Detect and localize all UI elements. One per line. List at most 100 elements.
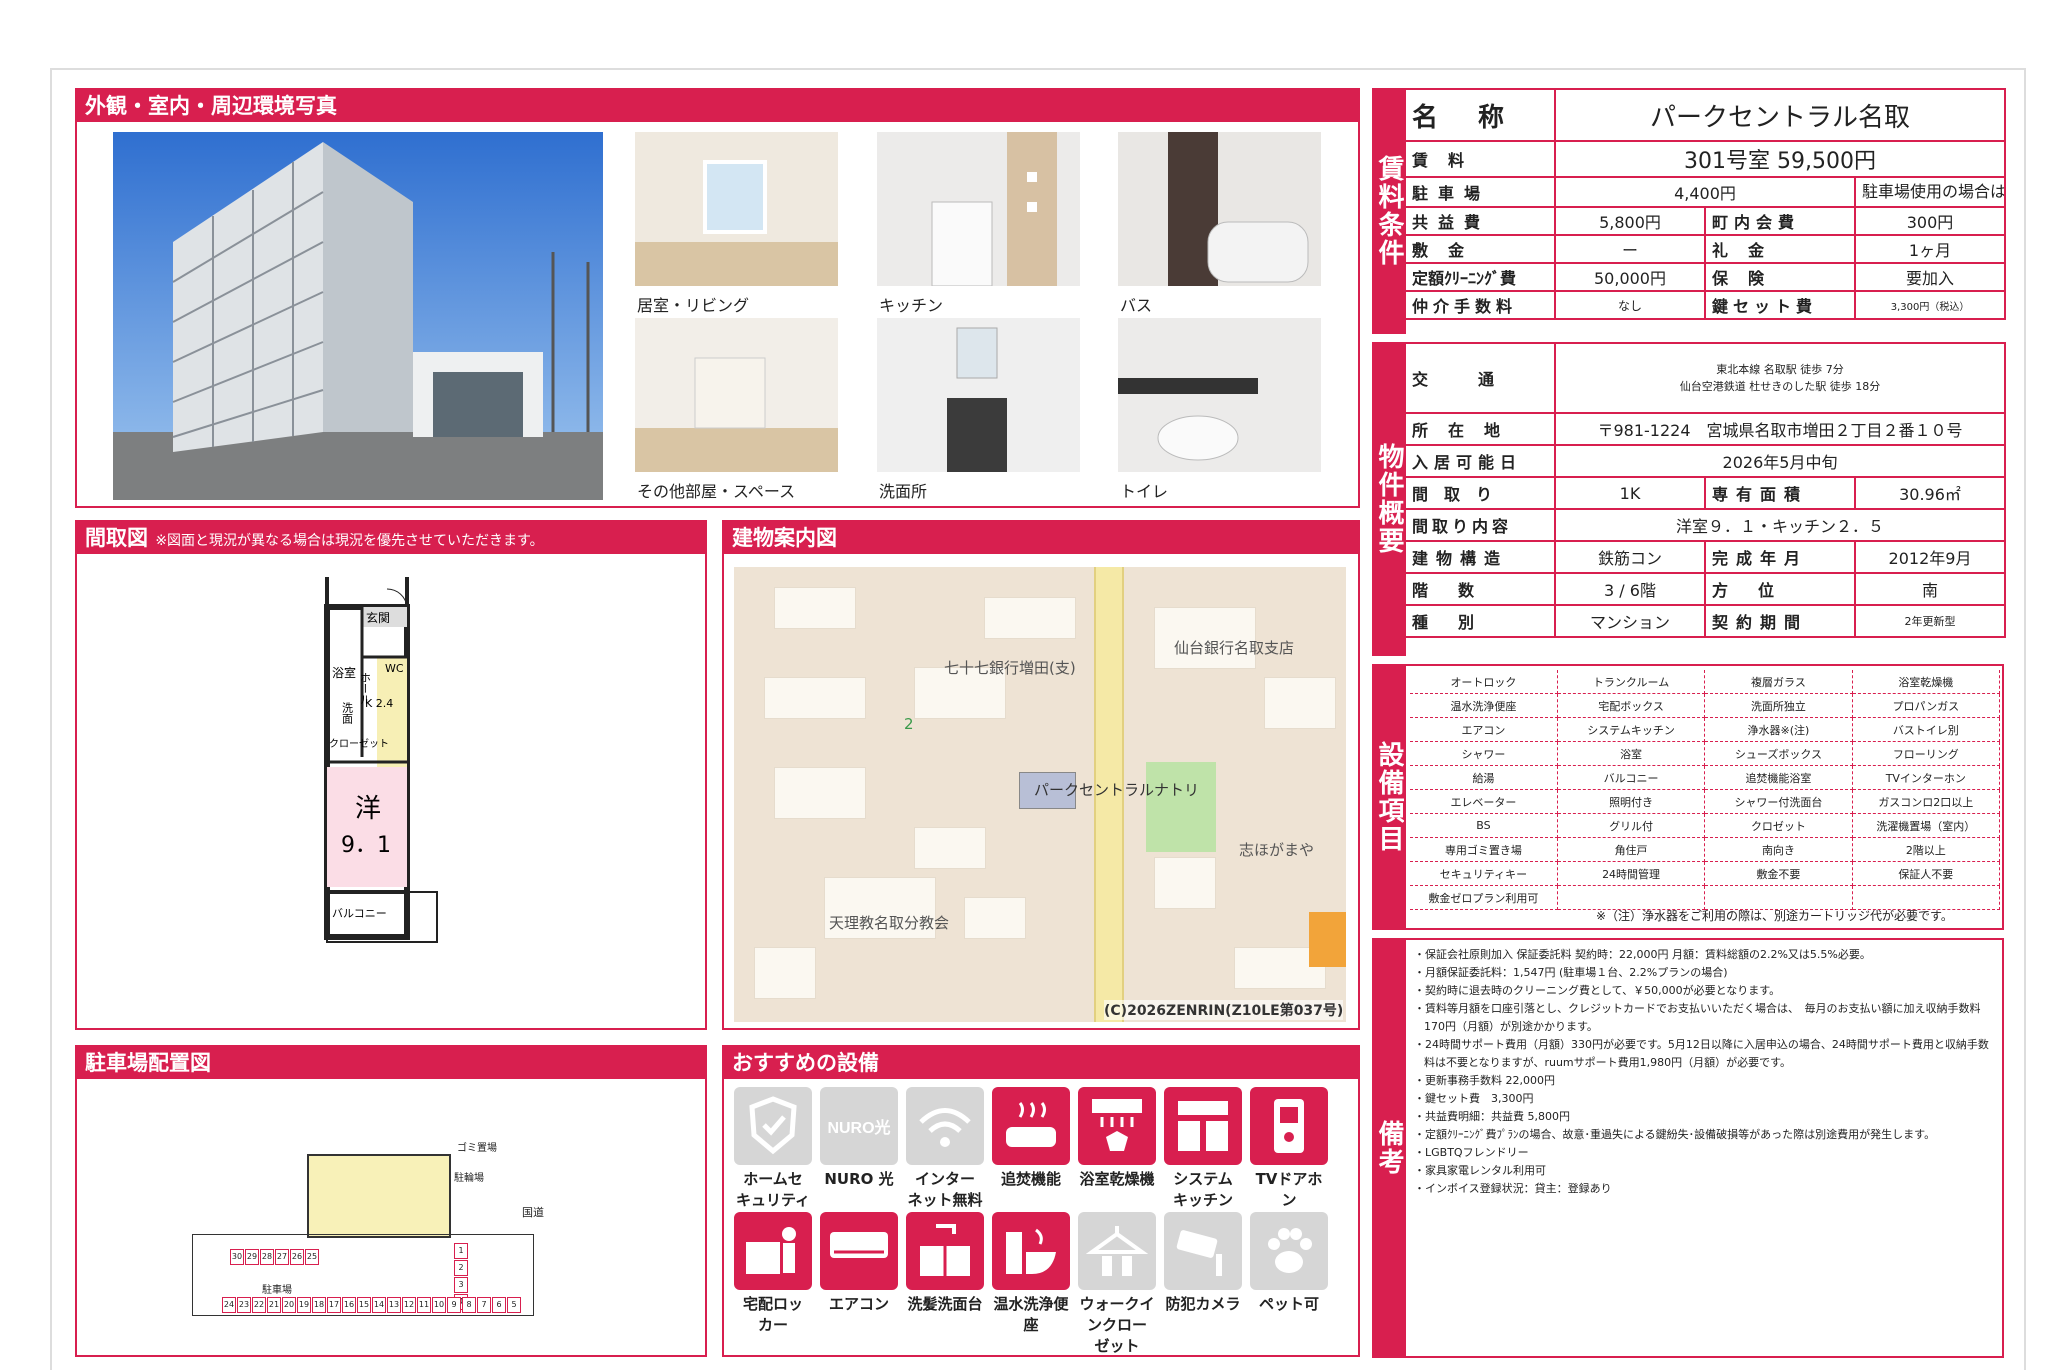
transit-line-2: 仙台空港鉄道 杜せきのした駅 徒歩 18分 xyxy=(1679,380,1881,393)
floor-label: 階数 xyxy=(1404,572,1556,606)
kitchen-photo[interactable] xyxy=(877,132,1080,286)
direction: 南 xyxy=(1854,572,2006,606)
aircon-icon xyxy=(820,1212,898,1290)
key-money-label: 礼金 xyxy=(1704,234,1856,264)
svg-text:NURO光: NURO光 xyxy=(827,1118,890,1137)
deposit: ー xyxy=(1554,234,1706,264)
recommended-panel: おすすめの設備 ホームセ キュリティ NURO光 NURO 光インター ネット無料追… xyxy=(722,1045,1360,1357)
equipment-item: シャワー xyxy=(1410,741,1558,766)
equipment-item: 浄水器※(注) xyxy=(1704,717,1853,742)
floorplan-title: 間取図 xyxy=(85,526,148,550)
equipment-item: 南向き xyxy=(1704,837,1853,862)
equipment-item: 24時間管理 xyxy=(1557,861,1706,886)
name-label: 名称 xyxy=(1412,102,1545,133)
parking-stall: 7 xyxy=(477,1297,491,1313)
equipment-item: クロゼット xyxy=(1704,813,1853,838)
recommended-item: システム キッチン xyxy=(1164,1087,1242,1211)
parking-stall: 23 xyxy=(237,1297,251,1313)
camera-icon xyxy=(1164,1212,1242,1290)
caption-kitchen: キッチン xyxy=(879,296,944,315)
parking-label-lot: 駐車場 xyxy=(262,1285,292,1296)
property-table: 交通 東北本線 名取駅 徒歩 7分 仙台空港鉄道 杜せきのした駅 徒歩 18分 … xyxy=(1404,342,2006,638)
recommended-item: 浴室乾燥機 xyxy=(1078,1087,1156,1190)
area-map[interactable]: 七十七銀行増田(支) 仙台銀行名取支店 パークセントラルナトリ 志ほがまや 天理… xyxy=(734,567,1346,1022)
equipment-item: シューズボックス xyxy=(1704,741,1853,766)
closet-icon xyxy=(1078,1212,1156,1290)
address: 〒981-1224 宮城県名取市増田２丁目２番１０号 xyxy=(1554,412,2006,446)
equipment-item: フローリング xyxy=(1852,741,2001,766)
bath-photo[interactable] xyxy=(1118,132,1321,286)
washbasin-icon xyxy=(906,1212,984,1290)
fp-room-size: 9．1 xyxy=(341,833,391,858)
parking-label-trash: ゴミ置場 xyxy=(457,1143,497,1154)
recommended-item: エアコン xyxy=(820,1212,898,1315)
parking-stall: 10 xyxy=(432,1297,446,1313)
equipment-item: 敷金不要 xyxy=(1704,861,1853,886)
equipment-table: オートロック トランクルーム 複層ガラス 浴室乾燥機 温水洗浄便座 宅配ボックス 洗面所独立… xyxy=(1410,670,2001,910)
fp-room: 洋 xyxy=(355,794,381,824)
living-photo[interactable] xyxy=(635,132,838,286)
parking-stall: 30 xyxy=(230,1249,244,1265)
remark-line: ・賃料等月額を口座引落とし、クレジットカードでお支払いいただく場合は、 毎月のお… xyxy=(1414,1002,1981,1033)
parking-stall: 13 xyxy=(387,1297,401,1313)
parking-stall: 27 xyxy=(275,1249,289,1265)
equipment-item: バストイレ別 xyxy=(1852,717,2001,742)
paw-icon xyxy=(1250,1212,1328,1290)
property-side-label: 物件概要 xyxy=(1372,342,1406,656)
fp-bath: 浴室 xyxy=(332,665,356,680)
delivery-locker-icon xyxy=(734,1212,812,1290)
key-set-label: 鍵セット費 xyxy=(1704,290,1856,320)
parking-panel: 駐車場配置図 30 29 28 27 26 25 1234 24 23 22 21 20 19 18 1… xyxy=(75,1045,707,1357)
recommended-item-label: 浴室乾燥機 xyxy=(1079,1170,1155,1188)
equipment-footnote: ※（注）浄水器をご利用の際は、別途カートリッジ代が必要です。 xyxy=(1596,909,1953,923)
parking-fee-label: 駐車場 xyxy=(1404,176,1556,208)
type: マンション xyxy=(1554,604,1706,638)
parking-stall: 12 xyxy=(402,1297,416,1313)
equipment-item: 温水洗浄便座 xyxy=(1410,693,1558,718)
map-label-tenrikyo: 天理教名取分教会 xyxy=(829,914,950,932)
recommended-item: NURO光 NURO 光 xyxy=(820,1087,898,1190)
parking-stall: 29 xyxy=(245,1249,259,1265)
parking-stall: 24 xyxy=(222,1297,236,1313)
recommended-item-label: ウォークイ ンクロー ゼット xyxy=(1079,1295,1155,1355)
cleaning-label: 定額ｸﾘｰﾆﾝｸﾞ費 xyxy=(1404,262,1556,292)
toilet-photo[interactable] xyxy=(1118,318,1321,472)
recommended-item-label: システム キッチン xyxy=(1172,1170,1233,1209)
contract: 2年更新型 xyxy=(1854,604,2006,638)
fp-entrance: 玄関 xyxy=(366,610,390,625)
parking-stall: 14 xyxy=(372,1297,386,1313)
deposit-label: 敷金 xyxy=(1404,234,1556,264)
fp-washroom: 洗面 xyxy=(341,702,354,724)
structure-label: 建物構造 xyxy=(1404,540,1556,574)
remarks-side-label: 備考 xyxy=(1372,938,1406,1358)
other-room-photo[interactable] xyxy=(635,318,838,472)
rent-value: 301号室 59,500円 xyxy=(1553,140,2007,178)
layout-detail-label: 間取り内容 xyxy=(1404,508,1556,542)
bathtub-icon xyxy=(992,1087,1070,1165)
fp-balcony: バルコニー xyxy=(332,907,387,920)
rent-label: 賃料 xyxy=(1404,140,1556,178)
fp-closet: クローゼット xyxy=(329,738,389,750)
layout-detail: 洋室９．１・キッチン２．５ xyxy=(1554,508,2006,542)
equipment-item: BS xyxy=(1410,813,1558,838)
recommended-item: インター ネット無料 xyxy=(906,1087,984,1211)
recommended-item: 追焚機能 xyxy=(992,1087,1070,1190)
bidet-icon xyxy=(992,1212,1070,1290)
parking-stall: 18 xyxy=(312,1297,326,1313)
exterior-photo[interactable] xyxy=(113,132,603,500)
floor: 3 / 6階 xyxy=(1554,572,1706,606)
parking-fee: 4,400円 xyxy=(1554,176,1856,208)
equipment-item: グリル付 xyxy=(1557,813,1706,838)
caption-other-room: その他部屋・スペース xyxy=(637,482,796,501)
equipment-item: 角住戸 xyxy=(1557,837,1706,862)
parking-stall: 28 xyxy=(260,1249,274,1265)
key-money: 1ヶ月 xyxy=(1853,234,2007,264)
map-label-shiogamaya: 志ほがまや xyxy=(1239,841,1315,859)
washroom-photo[interactable] xyxy=(877,318,1080,472)
parking-stall: 21 xyxy=(267,1297,281,1313)
recommended-item-label: NURO 光 xyxy=(824,1170,894,1188)
remark-line: ・LGBTQフレンドリー xyxy=(1414,1146,1529,1159)
equipment-item xyxy=(1557,885,1706,910)
equipment-item: 洗面所独立 xyxy=(1704,693,1853,718)
recommended-item: 防犯カメラ xyxy=(1164,1212,1242,1315)
